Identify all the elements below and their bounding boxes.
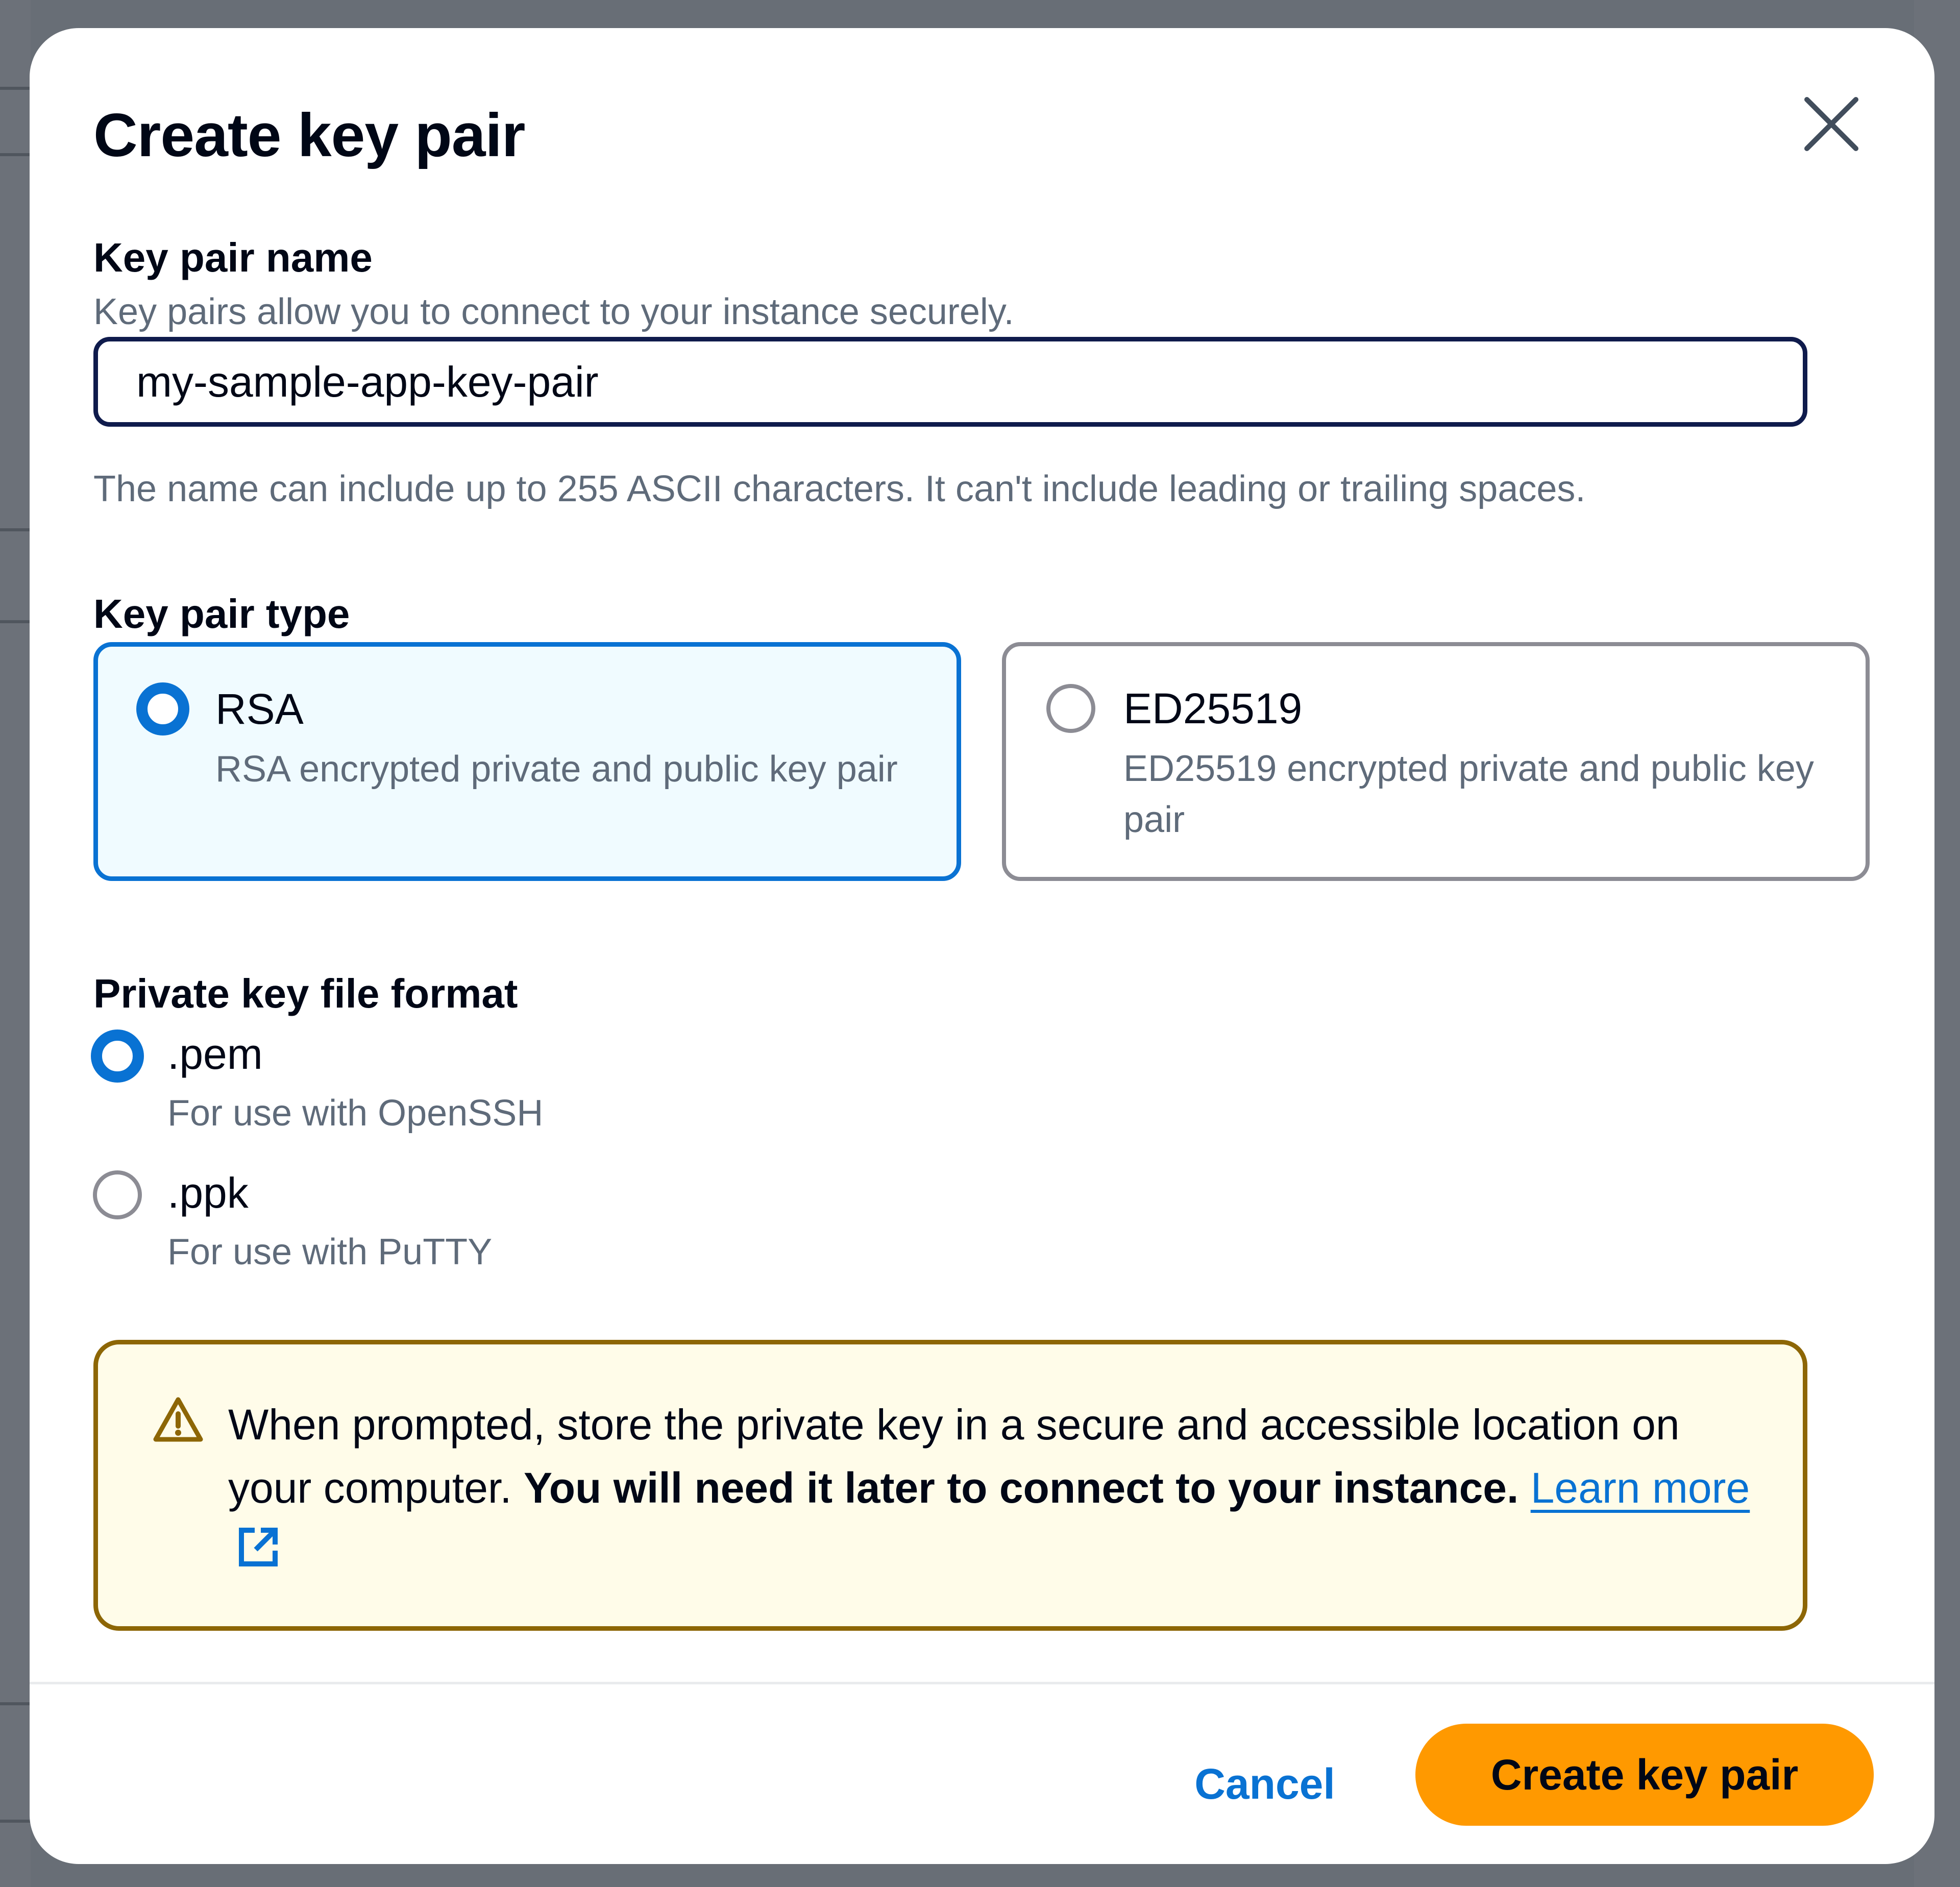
modal-title: Create key pair [93, 101, 526, 169]
footer-divider [30, 1682, 1934, 1684]
key-pair-name-input[interactable] [93, 337, 1807, 427]
background-divider [0, 1820, 31, 1823]
file-format-option-label: .ppk [167, 1169, 249, 1217]
create-key-pair-modal: Create key pair Key pair name Key pairs … [30, 28, 1934, 1864]
key-type-title: RSA [215, 685, 304, 733]
key-pair-name-constraint: The name can include up to 255 ASCII cha… [93, 469, 1586, 509]
radio-selected-icon [136, 682, 189, 736]
radio-selected-icon [91, 1030, 144, 1083]
warning-alert: When prompted, store the private key in … [93, 1340, 1807, 1631]
background-divider [0, 1702, 31, 1705]
background-left-edge [0, 0, 31, 1887]
background-divider [0, 153, 31, 156]
warning-icon [153, 1397, 203, 1442]
alert-message: When prompted, store the private key in … [228, 1393, 1759, 1583]
file-format-option-description: For use with PuTTY [167, 1232, 493, 1272]
radio-unselected-icon [1046, 684, 1095, 733]
key-type-description: RSA encrypted private and public key pai… [215, 749, 898, 790]
radio-unselected-icon [93, 1170, 142, 1219]
key-type-tile-ed25519[interactable]: ED25519 ED25519 encrypted private and pu… [1002, 642, 1870, 881]
background-divider [0, 87, 31, 90]
file-format-label: Private key file format [93, 971, 518, 1016]
external-link-icon [239, 1528, 278, 1566]
alert-emphasis: You will need it later to connect to you… [523, 1464, 1519, 1512]
file-format-option-label: .pem [167, 1030, 263, 1078]
cancel-button[interactable]: Cancel [1168, 1733, 1362, 1835]
key-pair-name-description: Key pairs allow you to connect to your i… [93, 291, 1014, 332]
key-pair-type-label: Key pair type [93, 591, 350, 636]
close-button[interactable] [1796, 88, 1867, 160]
background-divider [0, 528, 31, 531]
background-divider [0, 620, 31, 623]
key-type-title: ED25519 [1123, 684, 1303, 732]
create-key-pair-button[interactable]: Create key pair [1415, 1724, 1874, 1826]
learn-more-label: Learn more [1530, 1464, 1750, 1512]
key-type-description: ED25519 encrypted private and public key… [1123, 748, 1814, 840]
key-pair-name-label: Key pair name [93, 235, 373, 280]
close-icon [1804, 97, 1858, 151]
key-type-tile-rsa[interactable]: RSA RSA encrypted private and public key… [93, 642, 961, 881]
file-format-option-description: For use with OpenSSH [167, 1093, 544, 1134]
